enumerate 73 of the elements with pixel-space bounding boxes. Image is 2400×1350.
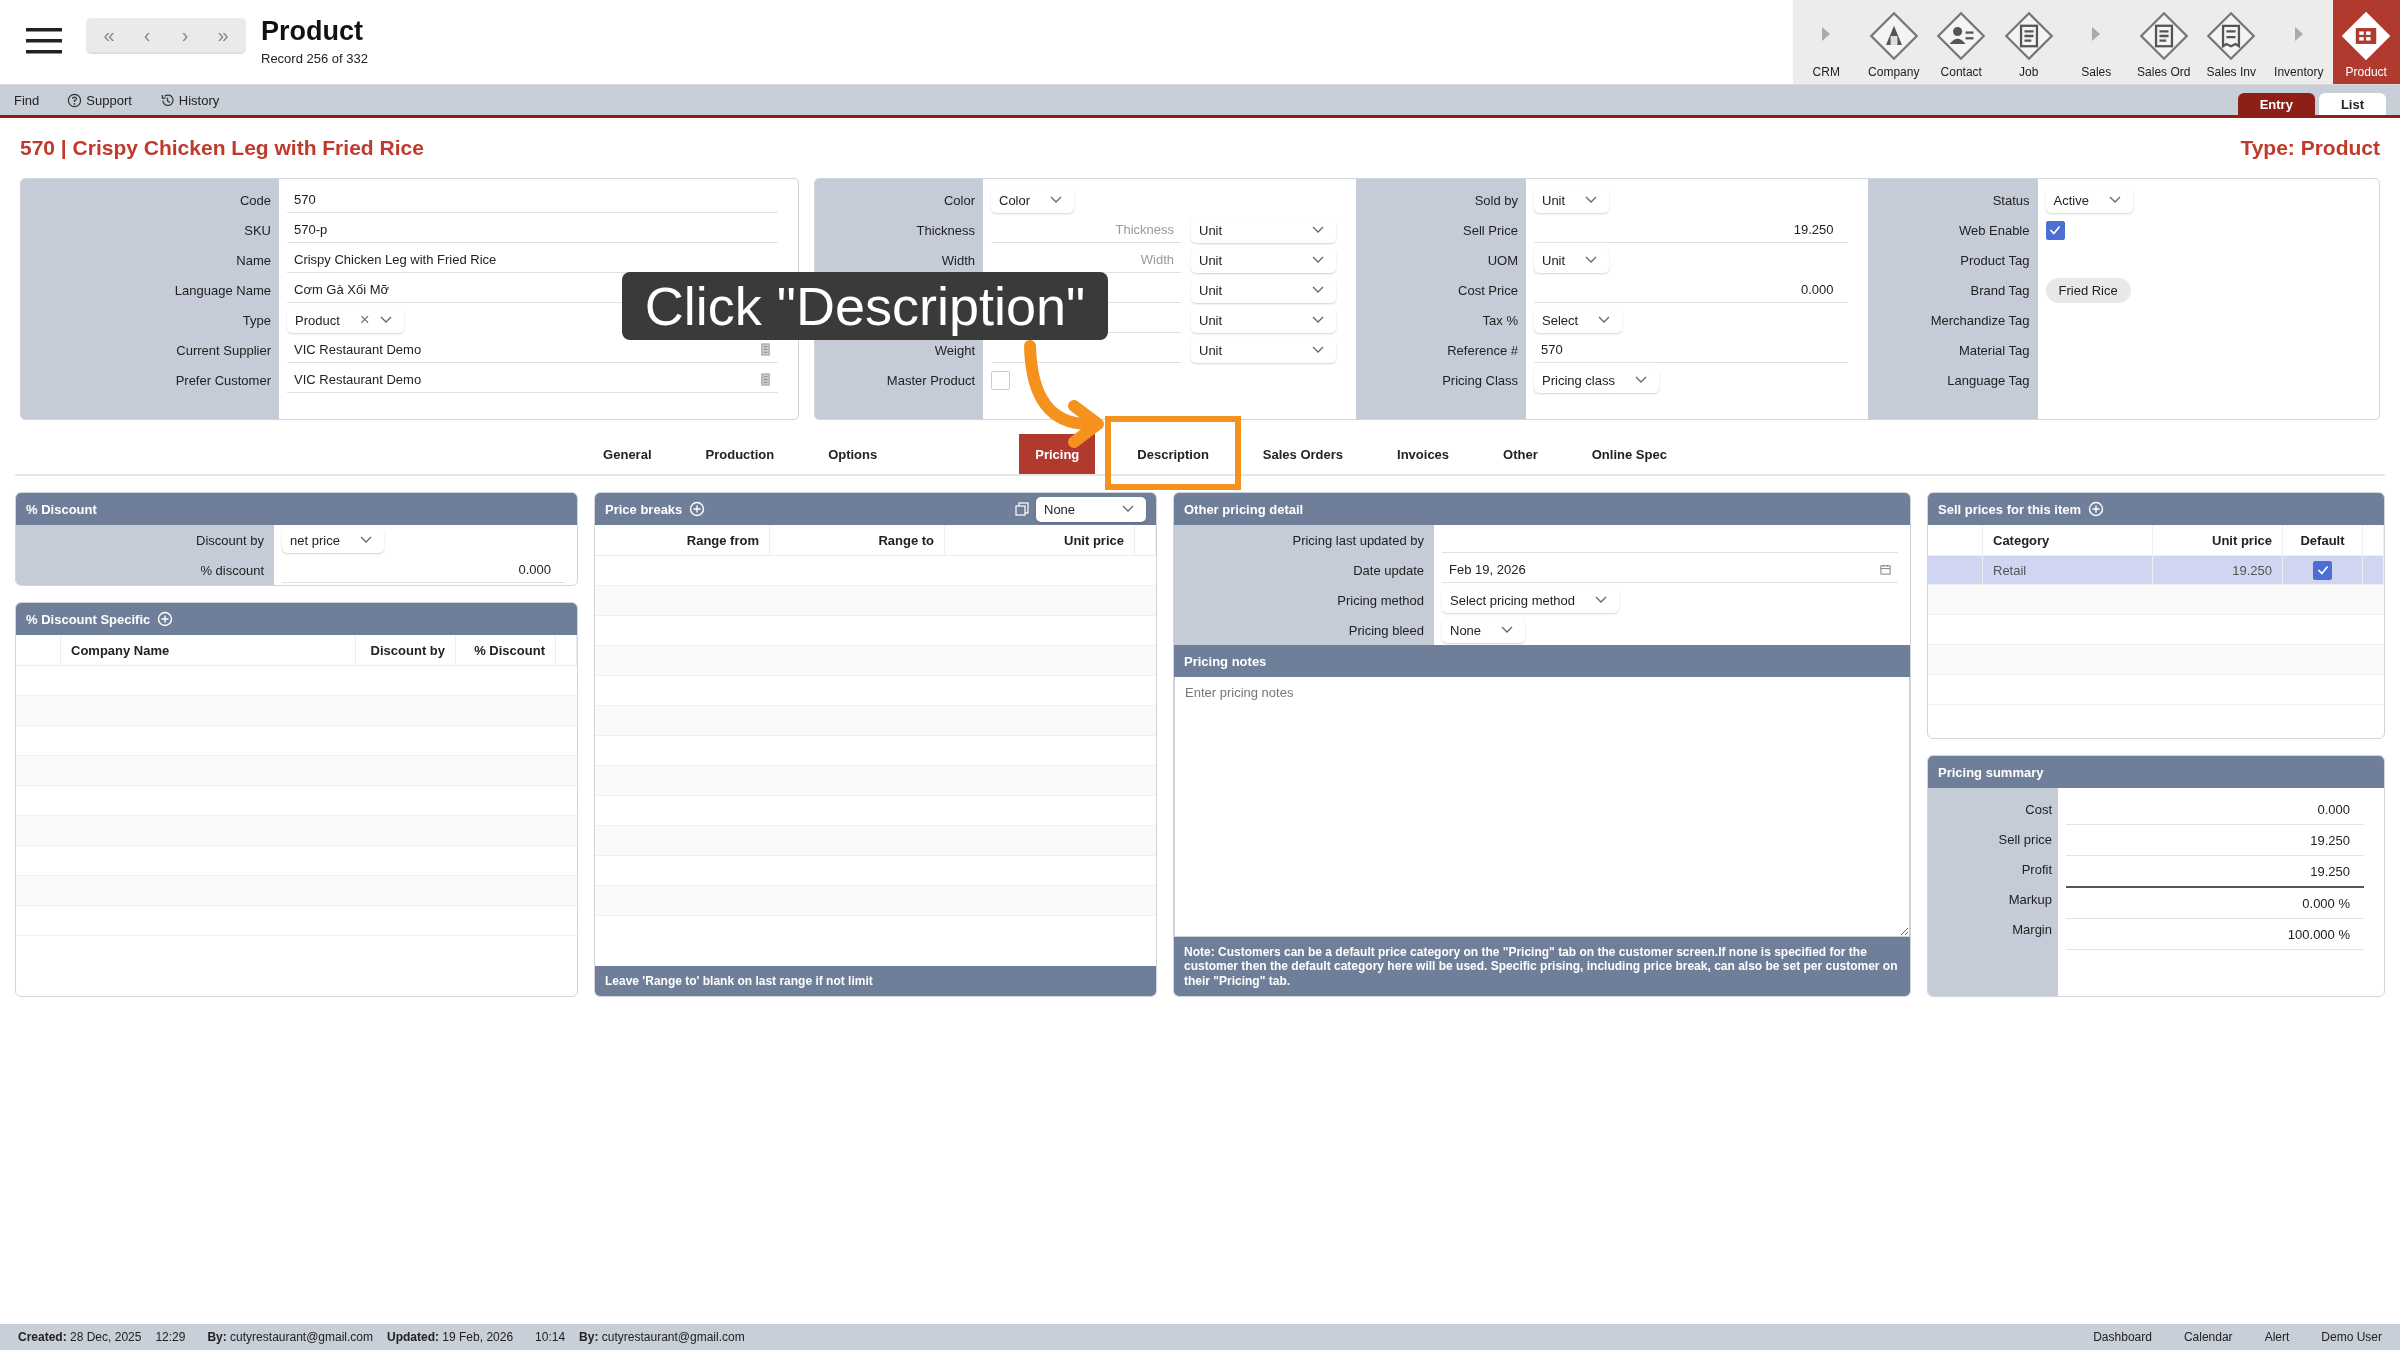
field-label: Pricing last updated by — [1292, 532, 1424, 548]
column-header: Default — [2283, 525, 2363, 555]
column-header: Range from — [595, 525, 770, 555]
panel-footer-note: Leave 'Range to' blank on last range if not limit — [595, 966, 1156, 996]
field-label: UOM — [1487, 252, 1518, 268]
summary-label: Margin — [2012, 921, 2052, 937]
field-label: Pricing Class — [1442, 372, 1518, 388]
summary-value: 19.250 — [2310, 832, 2350, 848]
field-label: Discount by — [196, 532, 264, 548]
page-title: Product — [261, 16, 364, 47]
field-label: Date update — [1353, 562, 1424, 578]
field-label: Type — [242, 312, 271, 328]
panel-header: Pricing summary — [1928, 756, 2384, 788]
column-header: Category — [1983, 525, 2153, 555]
field-label: Language Name — [174, 282, 271, 298]
status-text: 12:29 — [155, 1330, 186, 1344]
summary-label: Cost — [2025, 801, 2052, 817]
field-label: Product Tag — [1960, 252, 2030, 268]
field-label: Reference # — [1447, 342, 1518, 358]
field-label: Current Supplier — [176, 342, 271, 358]
field-label: Merchandize Tag — [1930, 312, 2030, 328]
field-label: Language Tag — [1947, 372, 2030, 388]
tutorial-tooltip: Click "Description" — [622, 272, 1108, 340]
field-label: Cost Price — [1458, 282, 1518, 298]
field-label: Name — [236, 252, 271, 268]
summary-label: Sell price — [1998, 831, 2052, 847]
summary-value: 19.250 — [2310, 863, 2350, 879]
record-heading: 570 | Crispy Chicken Leg with Fried Rice — [20, 136, 424, 160]
field-label: Material Tag — [1958, 342, 2030, 358]
summary-value: 0.000 % — [2302, 895, 2350, 911]
field-label: Master Product — [886, 372, 975, 388]
status-text: 10:14 — [535, 1330, 566, 1344]
summary-value: 100.000 % — [2287, 926, 2350, 942]
field-label: Pricing bleed — [1348, 622, 1424, 638]
record-type: Type: Product — [2240, 136, 2380, 160]
column-header: Unit price — [945, 525, 1135, 555]
field-label: Status — [1992, 192, 2030, 208]
field-label: Tax % — [1482, 312, 1518, 328]
status-text: Updated: 19 Feb, 2026 — [387, 1330, 514, 1344]
table-cell: Retail — [1983, 556, 2153, 584]
table-cell: 19.250 — [2153, 556, 2283, 584]
panel-title: % Discount Specific — [26, 611, 151, 627]
field-label: Pricing method — [1337, 592, 1424, 608]
status-text: By: cutyrestaurant@gmail.com — [207, 1330, 373, 1344]
panel-header: % Discount — [16, 493, 577, 525]
column-header: Company Name — [61, 635, 356, 665]
pricing-note: Note: Customers can be a default price category on the "Pricing" tab on the customer screen.If none is specified for the customer then the default category here will be used. Specific prising, including price break, can also be set per customer on their "Pricing" tab. — [1174, 936, 1910, 996]
summary-value: 0.000 — [2317, 801, 2350, 817]
column-header: Range to — [770, 525, 945, 555]
panel-title: Sell prices for this item — [1938, 501, 2082, 517]
field-label: Code — [239, 192, 271, 208]
field-label: Sell Price — [1463, 222, 1518, 238]
field-label: Prefer Customer — [175, 372, 271, 388]
column-header: Discount by — [356, 635, 456, 665]
field-label: % discount — [200, 562, 264, 578]
field-label: Brand Tag — [1970, 282, 2030, 298]
field-label: Width — [941, 252, 975, 268]
summary-label: Markup — [2008, 891, 2052, 907]
status-text: By: cutyrestaurant@gmail.com — [579, 1330, 745, 1344]
field-label: Thickness — [916, 222, 975, 238]
field-label: SKU — [244, 222, 271, 238]
column-header: Unit price — [2153, 525, 2283, 555]
field-label: Sold by — [1474, 192, 1518, 208]
summary-label: Profit — [2021, 861, 2052, 877]
column-header: % Discount — [456, 635, 556, 665]
record-counter: Record 256 of 332 — [261, 51, 368, 66]
panel-header: Pricing notes — [1174, 645, 1910, 677]
field-label: Web Enable — [1958, 222, 2030, 238]
status-text: Created: 28 Dec, 2025 — [18, 1330, 142, 1344]
field-label: Weight — [934, 342, 975, 358]
field-label: Color — [943, 192, 975, 208]
panel-header: Other pricing detail — [1174, 493, 1910, 525]
panel-title: Price breaks — [605, 501, 683, 517]
